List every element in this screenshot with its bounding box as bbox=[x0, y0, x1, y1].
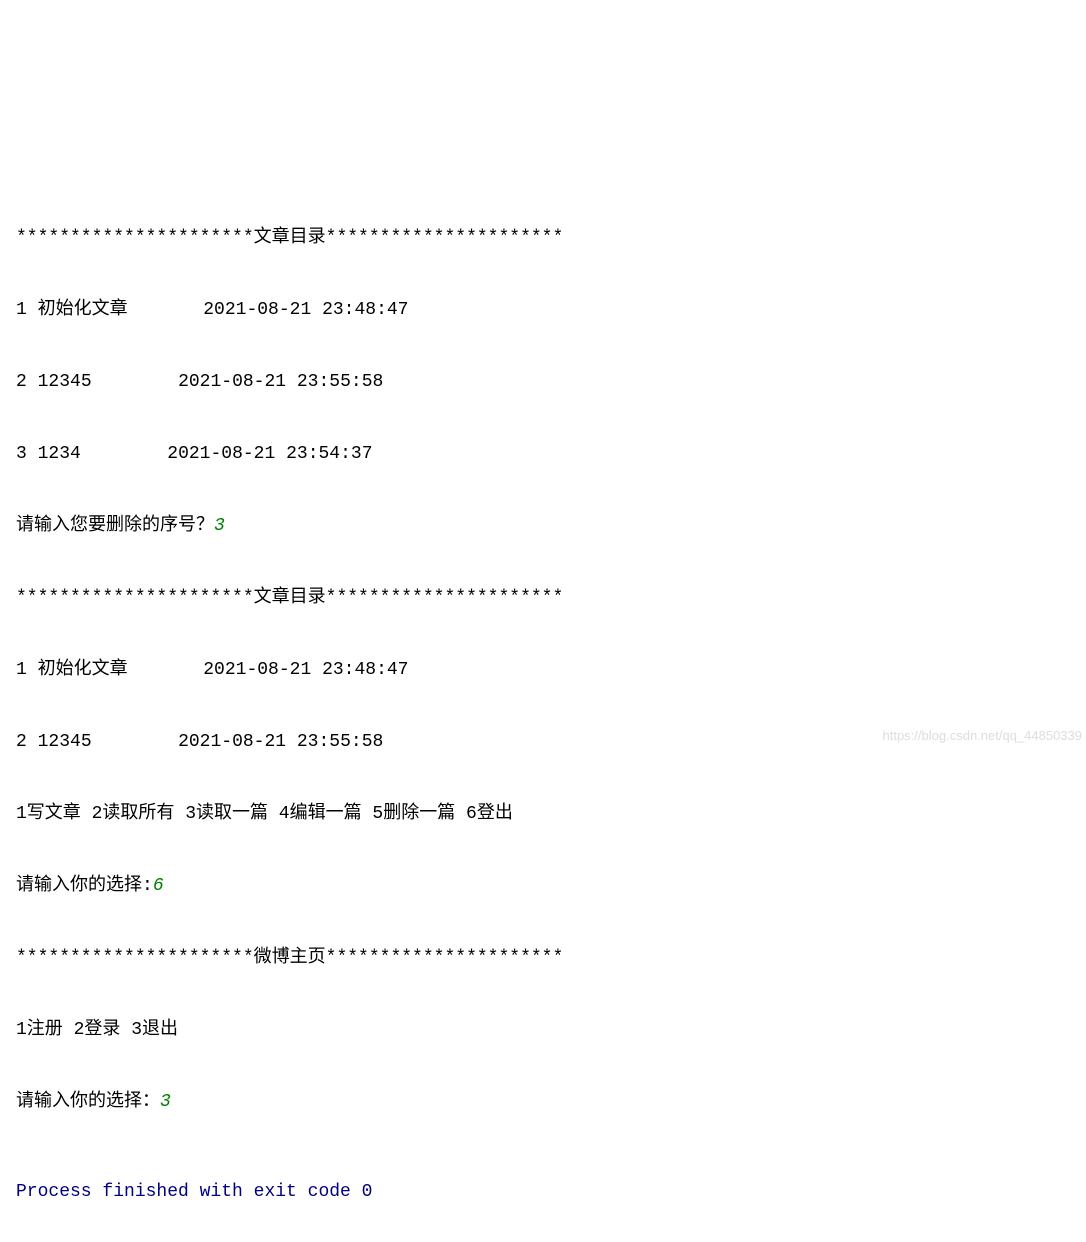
article-title: 1234 bbox=[38, 444, 81, 464]
article-datetime: 2021-08-21 23:54:37 bbox=[167, 444, 372, 464]
article-index: 3 bbox=[16, 444, 27, 464]
prompt-delete-line: 请输入您要删除的序号？3 bbox=[16, 508, 1086, 544]
article-datetime: 2021-08-21 23:48:47 bbox=[203, 300, 408, 320]
article-index: 1 bbox=[16, 660, 27, 680]
toc-banner: **********************文章目录**************… bbox=[16, 580, 1086, 616]
banner-stars-right: ********************** bbox=[326, 948, 564, 968]
article-row: 3 1234 2021-08-21 23:54:37 bbox=[16, 436, 1086, 472]
article-title: 12345 bbox=[38, 372, 92, 392]
prompt-choice: 请输入你的选择: bbox=[16, 876, 153, 896]
article-datetime: 2021-08-21 23:55:58 bbox=[178, 372, 383, 392]
article-index: 2 bbox=[16, 732, 27, 752]
console-output: **********************文章目录**************… bbox=[16, 180, 1086, 1242]
banner-stars-right: ********************** bbox=[326, 588, 564, 608]
banner-stars-left: ********************** bbox=[16, 588, 254, 608]
watermark: https://blog.csdn.net/qq_44850339 bbox=[883, 723, 1083, 749]
article-row: 2 12345 2021-08-21 23:55:58 bbox=[16, 364, 1086, 400]
article-title: 初始化文章 bbox=[38, 300, 128, 320]
home-banner: **********************微博主页**************… bbox=[16, 940, 1086, 976]
toc-banner: **********************文章目录**************… bbox=[16, 220, 1086, 256]
prompt-choice: 请输入你的选择： bbox=[16, 1092, 160, 1112]
prompt-choice-line: 请输入你的选择:6 bbox=[16, 868, 1086, 904]
prompt-delete: 请输入您要删除的序号？ bbox=[16, 516, 214, 536]
user-input-choice: 6 bbox=[153, 876, 164, 896]
article-title: 初始化文章 bbox=[38, 660, 128, 680]
banner-label: 文章目录 bbox=[254, 228, 326, 248]
banner-stars-left: ********************** bbox=[16, 228, 254, 248]
process-exit-message: Process finished with exit code 0 bbox=[16, 1174, 1086, 1210]
article-row: 1 初始化文章 2021-08-21 23:48:47 bbox=[16, 292, 1086, 328]
banner-label: 微博主页 bbox=[254, 948, 326, 968]
banner-label: 文章目录 bbox=[254, 588, 326, 608]
menu-articles: 1写文章 2读取所有 3读取一篇 4编辑一篇 5删除一篇 6登出 bbox=[16, 796, 1086, 832]
prompt-choice-line: 请输入你的选择：3 bbox=[16, 1084, 1086, 1120]
menu-home: 1注册 2登录 3退出 bbox=[16, 1012, 1086, 1048]
article-index: 2 bbox=[16, 372, 27, 392]
article-datetime: 2021-08-21 23:55:58 bbox=[178, 732, 383, 752]
article-index: 1 bbox=[16, 300, 27, 320]
banner-stars-right: ********************** bbox=[326, 228, 564, 248]
user-input-choice: 3 bbox=[160, 1092, 171, 1112]
article-datetime: 2021-08-21 23:48:47 bbox=[203, 660, 408, 680]
user-input-delete: 3 bbox=[214, 516, 225, 536]
article-title: 12345 bbox=[38, 732, 92, 752]
banner-stars-left: ********************** bbox=[16, 948, 254, 968]
article-row: 1 初始化文章 2021-08-21 23:48:47 bbox=[16, 652, 1086, 688]
